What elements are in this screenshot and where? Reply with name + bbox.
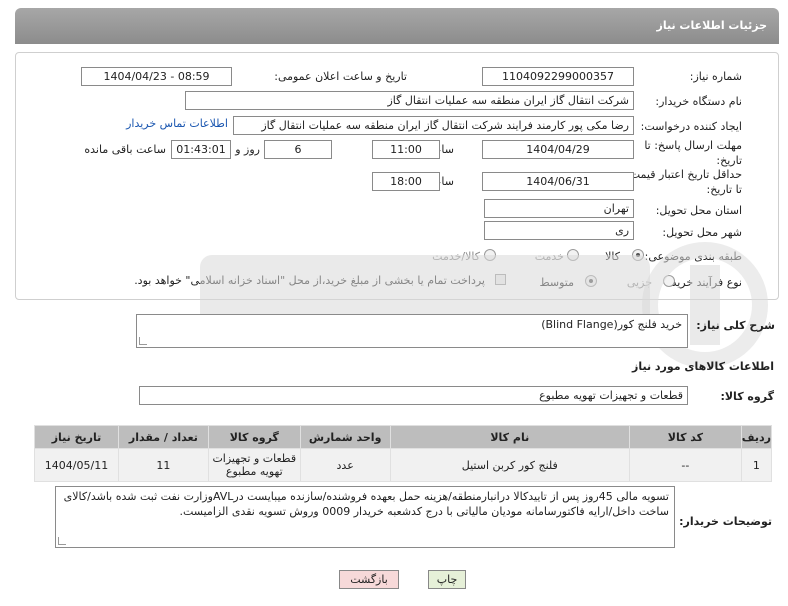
buyer-contact-link[interactable]: اطلاعات تماس خریدار — [126, 117, 228, 130]
buyer-notes-textarea[interactable]: تسویه مالی 45روز پس از تاییدکالا درانبار… — [55, 486, 675, 548]
col-unit-header: واحد شمارش — [299, 425, 391, 449]
category-option-service: خدمت — [534, 250, 564, 263]
announce-datetime-field: 1404/04/23 - 08:59 — [81, 67, 232, 86]
deadline-date-field: 1404/04/29 — [482, 140, 634, 159]
category-radio-goods[interactable] — [632, 249, 644, 261]
cell-group: قطعات و تجهیزات تهویه مطبوع — [207, 448, 301, 482]
table-header-row: ردیف کد کالا نام کالا واحد شمارش گروه کا… — [34, 425, 773, 449]
col-name-header: نام کالا — [389, 425, 631, 449]
remaining-days-field: 6 — [264, 140, 332, 159]
deadline-label-1: مهلت ارسال پاسخ: تا — [644, 139, 742, 152]
resize-grip-icon[interactable] — [139, 337, 147, 345]
category-label: طبقه بندی موضوعی: — [644, 250, 742, 263]
process-label: نوع فرآیند خرید : — [664, 276, 742, 289]
process-option-medium: متوسط — [539, 276, 574, 289]
buyer-org-field: شرکت انتقال گاز ایران منطقه سه عملیات ان… — [185, 91, 634, 110]
goods-group-label: گروه کالا: — [720, 390, 774, 403]
print-button[interactable]: چاپ — [428, 570, 466, 589]
description-textarea[interactable]: خرید فلنج کور(Blind Flange) — [136, 314, 688, 348]
announce-label: تاریخ و ساعت اعلان عمومی: — [274, 70, 407, 83]
resize-grip-icon[interactable] — [58, 537, 66, 545]
buyer-notes-label: توضیحات خریدار: — [679, 515, 772, 528]
process-option-minor: جزیی — [626, 276, 652, 289]
process-radio-minor[interactable] — [663, 275, 675, 287]
description-label: شرح کلی نیاز: — [696, 319, 775, 332]
validity-label-1: حداقل تاریخ اعتبار قیمت: — [626, 168, 742, 181]
goods-group-field: قطعات و تجهیزات تهویه مطبوع — [139, 386, 688, 405]
city-field: ری — [484, 221, 634, 240]
treasury-payment-note: پرداخت تمام یا بخشی از مبلغ خرید،از محل … — [134, 274, 485, 287]
need-number-field: 1104092299000357 — [482, 67, 634, 86]
city-label: شهر محل تحویل: — [662, 226, 742, 239]
cell-name: فلنج کور کربن استیل — [389, 448, 631, 482]
deadline-label-2: تاریخ: — [716, 154, 742, 167]
cell-qty: 11 — [118, 448, 209, 482]
col-row-header: ردیف — [740, 425, 773, 449]
category-radio-service[interactable] — [567, 249, 579, 261]
table-row: 1 -- فلنج کور کربن استیل عدد قطعات و تجه… — [34, 448, 773, 482]
col-date-header: تاریخ نیاز — [34, 425, 119, 449]
category-option-goods-service: کالا/خدمت — [432, 250, 480, 263]
category-radio-goods-service[interactable] — [484, 249, 496, 261]
col-code-header: کد کالا — [629, 425, 742, 449]
days-label: روز و — [235, 143, 260, 156]
category-option-goods: کالا — [605, 250, 620, 263]
cell-date: 1404/05/11 — [34, 448, 119, 482]
buyer-org-label: نام دستگاه خریدار: — [655, 95, 742, 108]
treasury-payment-checkbox[interactable] — [495, 274, 506, 285]
province-label: استان محل تحویل: — [655, 204, 742, 217]
need-number-label: شماره نیاز: — [689, 70, 742, 83]
page-title: جزئیات اطلاعات نیاز — [656, 19, 768, 32]
province-field: تهران — [484, 199, 634, 218]
description-text: خرید فلنج کور(Blind Flange) — [541, 318, 682, 331]
requester-label: ایجاد کننده درخواست: — [640, 120, 742, 133]
validity-label-2: تا تاریخ: — [706, 183, 742, 196]
deadline-time-field: 11:00 — [372, 140, 440, 159]
back-button[interactable]: بازگشت — [339, 570, 399, 589]
requester-field: رضا مکی پور کارمند فرایند شرکت انتقال گا… — [233, 116, 634, 135]
buyer-notes-text: تسویه مالی 45روز پس از تاییدکالا درانبار… — [63, 490, 669, 518]
validity-date-field: 1404/06/31 — [482, 172, 634, 191]
col-qty-header: تعداد / مقدار — [118, 425, 209, 449]
remaining-label: ساعت باقی مانده — [84, 143, 166, 156]
validity-time-field: 18:00 — [372, 172, 440, 191]
col-group-header: گروه کالا — [207, 425, 301, 449]
process-radio-medium[interactable] — [585, 275, 597, 287]
page-header: جزئیات اطلاعات نیاز — [15, 8, 779, 44]
cell-unit: عدد — [299, 448, 391, 482]
remaining-time-field: 01:43:01 — [171, 140, 231, 159]
items-table: ردیف کد کالا نام کالا واحد شمارش گروه کا… — [34, 425, 773, 482]
goods-section-title: اطلاعات کالاهای مورد نیاز — [632, 360, 774, 373]
cell-code: -- — [629, 448, 742, 482]
cell-row: 1 — [740, 448, 773, 482]
